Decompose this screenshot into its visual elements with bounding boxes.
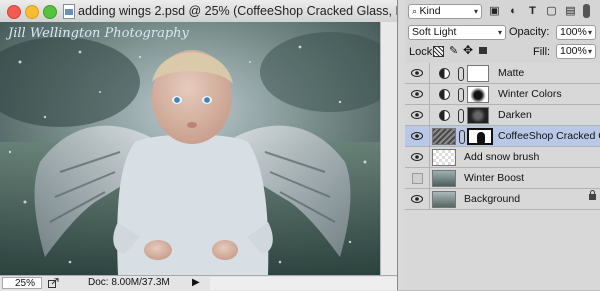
close-button[interactable] (7, 5, 21, 19)
zoom-field[interactable]: 25% (2, 277, 42, 289)
eye-icon[interactable] (411, 110, 423, 120)
divider (429, 147, 430, 168)
filter-kind-select[interactable]: ⌕ Kind ▾ (408, 4, 482, 19)
minimize-button[interactable] (25, 5, 39, 19)
vertical-scrollbar[interactable] (380, 22, 398, 275)
document-window: adding wings 2.psd @ 25% (CoffeeShop Cra… (0, 0, 483, 291)
maximize-button[interactable] (43, 5, 57, 19)
chevron-down-icon: ▾ (473, 7, 478, 16)
layer-name: Winter Colors (498, 88, 562, 100)
layer-name: CoffeeShop Cracked Glass (498, 130, 600, 142)
adjustment-layer-icon (439, 89, 450, 100)
lock-label: Lock: (409, 46, 436, 58)
psd-file-icon (63, 4, 75, 19)
eye-icon[interactable] (411, 194, 423, 204)
opacity-label: Opacity: (509, 26, 550, 38)
divider (429, 84, 430, 105)
layer-row-darken[interactable]: Darken (405, 105, 600, 126)
fill-label: Fill: (533, 46, 551, 58)
blend-mode-value: Soft Light (412, 26, 457, 38)
eye-icon[interactable] (411, 89, 423, 99)
layer-name: Winter Boost (464, 172, 525, 184)
layer-row-background[interactable]: Background (405, 189, 600, 210)
layer-mask-thumbnail[interactable] (467, 65, 489, 82)
layer-name: Darken (498, 109, 532, 121)
status-menu-arrow[interactable]: ▶ (192, 277, 200, 288)
chevron-down-icon: ▾ (497, 28, 502, 37)
chevron-down-icon: ▾ (587, 47, 592, 56)
adjustment-layer-icon (439, 68, 450, 79)
layer-row-winter-colors[interactable]: Winter Colors (405, 84, 600, 105)
filter-toggle-switch[interactable] (583, 4, 590, 18)
layer-thumbnail[interactable] (432, 128, 456, 145)
adjustment-filter-icon[interactable]: ◐ (506, 4, 521, 19)
shape-filter-icon[interactable]: ▢ (544, 4, 559, 19)
divider (429, 189, 430, 210)
filter-kind-value: Kind (419, 5, 441, 17)
divider (429, 105, 430, 126)
search-icon: ⌕ (412, 6, 420, 16)
link-icon[interactable] (458, 88, 464, 102)
layer-mask-thumbnail[interactable] (467, 128, 493, 145)
layer-row-add-snow-brush[interactable]: Add snow brush (405, 147, 600, 168)
status-bar: 25% Doc: 8.00M/37.3M ▶ (0, 275, 397, 291)
link-icon[interactable] (458, 109, 464, 123)
link-icon[interactable] (458, 67, 464, 81)
lock-all-icon[interactable] (479, 47, 487, 54)
fill-value: 100% (560, 45, 587, 57)
opacity-value: 100% (560, 26, 587, 38)
layer-name: Add snow brush (464, 151, 540, 163)
opacity-field[interactable]: 100% ▾ (556, 25, 596, 40)
eye-icon[interactable] (411, 131, 423, 141)
blend-mode-select[interactable]: Soft Light ▾ (408, 25, 506, 40)
type-filter-icon[interactable]: T (525, 4, 540, 19)
fill-field[interactable]: 100% ▾ (556, 44, 596, 59)
layer-thumbnail[interactable] (432, 191, 456, 208)
layer-row-winter-boost[interactable]: Winter Boost (405, 168, 600, 189)
document-size-info: Doc: 8.00M/37.3M (88, 277, 170, 288)
title-bar[interactable]: adding wings 2.psd @ 25% (CoffeeShop Cra… (0, 0, 483, 23)
layers-list: Matte Winter Colors Darken CoffeeShop Cr… (405, 63, 600, 290)
link-icon[interactable] (459, 130, 465, 144)
layer-thumbnail[interactable] (432, 149, 456, 166)
lock-transparent-pixels-icon[interactable] (433, 46, 444, 57)
layer-name: Background (464, 193, 521, 205)
layer-row-coffeeshop-cracked-glass[interactable]: CoffeeShop Cracked Glass (405, 126, 600, 147)
lock-position-icon[interactable]: ✥ (463, 43, 473, 57)
divider (429, 126, 430, 147)
mask-silhouette (477, 132, 485, 143)
divider (429, 168, 430, 189)
eye-icon[interactable] (411, 152, 423, 162)
adjustment-layer-icon (439, 110, 450, 121)
layer-mask-thumbnail[interactable] (467, 86, 489, 103)
smart-object-filter-icon[interactable]: ▤ (563, 4, 578, 19)
image-filter-icon[interactable]: ▣ (487, 4, 502, 19)
lock-icon (589, 190, 596, 200)
photographer-watermark: Jill Wellington Photography (8, 26, 189, 41)
export-icon[interactable] (48, 278, 59, 288)
photo-baby-with-wings (0, 22, 380, 275)
visibility-toggle-off[interactable] (412, 173, 423, 184)
lock-image-pixels-icon[interactable]: ✎ (449, 44, 458, 57)
layer-thumbnail[interactable] (432, 170, 456, 187)
chevron-down-icon: ▾ (587, 28, 592, 37)
image-canvas[interactable]: Jill Wellington Photography (0, 22, 380, 275)
eye-icon[interactable] (411, 68, 423, 78)
horizontal-scrollbar[interactable] (210, 277, 397, 290)
divider (429, 63, 430, 84)
layer-row-matte[interactable]: Matte (405, 63, 600, 84)
layer-mask-thumbnail[interactable] (467, 107, 489, 124)
layer-name: Matte (498, 67, 525, 79)
